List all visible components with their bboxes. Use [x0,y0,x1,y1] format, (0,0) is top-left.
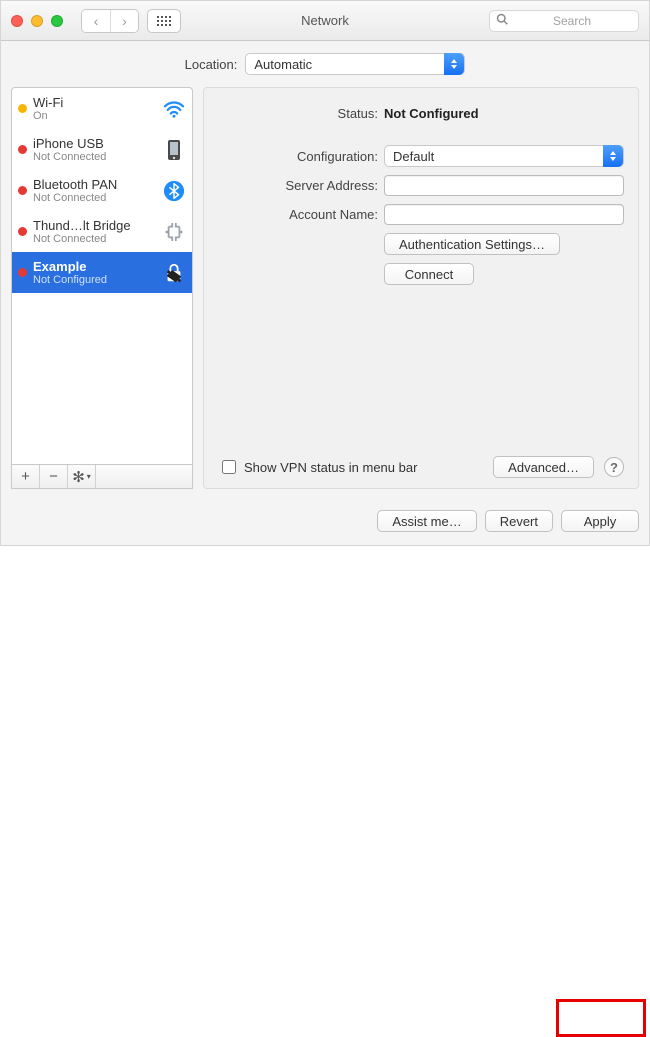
server-address-row: Server Address: [218,175,624,196]
sidebar-item-vpn-example[interactable]: Example Not Configured [12,252,192,293]
show-all-button[interactable] [147,9,181,33]
back-button[interactable]: ‹ [82,10,110,32]
configuration-select[interactable]: Default [384,145,624,167]
interface-status: On [33,110,156,122]
interface-status: Not Connected [33,151,156,163]
sidebar-item-thunderbolt-bridge[interactable]: Thund…lt Bridge Not Connected [12,211,192,252]
show-vpn-label: Show VPN status in menu bar [244,460,417,475]
chevron-down-icon: ▾ [87,472,91,481]
status-dot [18,268,27,277]
configuration-label: Configuration: [218,149,378,164]
interface-name: Thund…lt Bridge [33,218,156,233]
forward-button[interactable]: › [110,10,138,32]
interface-name: iPhone USB [33,136,156,151]
interface-list: Wi-Fi On iPhone USB Not Connected [12,88,192,464]
nav-back-forward: ‹ › [81,9,139,33]
account-name-label: Account Name: [218,207,378,222]
interface-sidebar: Wi-Fi On iPhone USB Not Connected [11,87,193,489]
apply-button[interactable]: Apply [561,510,639,532]
status-dot [18,186,27,195]
instructional-highlight [556,999,646,1037]
interface-name: Wi-Fi [33,95,156,110]
account-name-input[interactable] [384,204,624,225]
show-vpn-checkbox[interactable] [222,460,236,474]
thunderbolt-bridge-icon [162,223,186,241]
show-vpn-checkbox-row[interactable]: Show VPN status in menu bar [218,457,417,477]
search-field-wrap[interactable] [489,10,639,32]
interface-name: Bluetooth PAN [33,177,156,192]
interface-status: Not Connected [33,192,156,204]
status-row: Status: Not Configured [218,102,624,141]
search-icon [496,13,508,28]
search-input[interactable] [512,13,632,29]
location-label: Location: [185,57,238,72]
account-name-row: Account Name: [218,204,624,225]
advanced-button[interactable]: Advanced… [493,456,594,478]
sidebar-item-wifi[interactable]: Wi-Fi On [12,88,192,129]
grid-icon [157,16,171,26]
body: Wi-Fi On iPhone USB Not Connected [1,87,649,497]
remove-interface-button[interactable]: − [40,465,68,488]
detail-pane: Status: Not Configured Configuration: De… [203,87,639,489]
close-window-button[interactable] [11,15,23,27]
interface-name: Example [33,259,156,274]
titlebar: ‹ › Network [1,1,649,41]
server-address-label: Server Address: [218,178,378,193]
interface-status: Not Configured [33,274,156,286]
dropdown-icon [444,53,464,75]
server-address-input[interactable] [384,175,624,196]
phone-icon [162,139,186,161]
configuration-row: Configuration: Default [218,145,624,167]
gear-icon: ✻ [72,468,85,486]
location-value: Automatic [254,57,312,72]
add-interface-button[interactable]: + [12,465,40,488]
status-dot [18,145,27,154]
sidebar-footer: + − ✻▾ [12,464,192,488]
bluetooth-icon [162,180,186,202]
traffic-lights [11,15,63,27]
minimize-window-button[interactable] [31,15,43,27]
auth-settings-button[interactable]: Authentication Settings… [384,233,560,255]
sidebar-item-iphone-usb[interactable]: iPhone USB Not Connected [12,129,192,170]
status-label: Status: [218,106,378,121]
status-dot [18,227,27,236]
assist-me-button[interactable]: Assist me… [377,510,476,532]
interface-status: Not Connected [33,233,156,245]
vpn-lock-icon [162,262,186,284]
status-value: Not Configured [384,106,479,121]
help-button[interactable]: ? [604,457,624,477]
dropdown-icon [603,145,623,167]
detail-footer: Show VPN status in menu bar Advanced… ? [218,456,624,478]
sidebar-item-bluetooth-pan[interactable]: Bluetooth PAN Not Connected [12,170,192,211]
zoom-window-button[interactable] [51,15,63,27]
location-row: Location: Automatic [1,41,649,87]
wifi-icon [162,100,186,118]
location-select[interactable]: Automatic [245,53,465,75]
interface-actions-menu[interactable]: ✻▾ [68,465,96,488]
configuration-value: Default [393,149,434,164]
status-dot [18,104,27,113]
connect-button[interactable]: Connect [384,263,474,285]
bottom-button-row: Assist me… Revert Apply [1,497,649,545]
network-prefs-window: ‹ › Network Location: Automatic [0,0,650,546]
revert-button[interactable]: Revert [485,510,553,532]
